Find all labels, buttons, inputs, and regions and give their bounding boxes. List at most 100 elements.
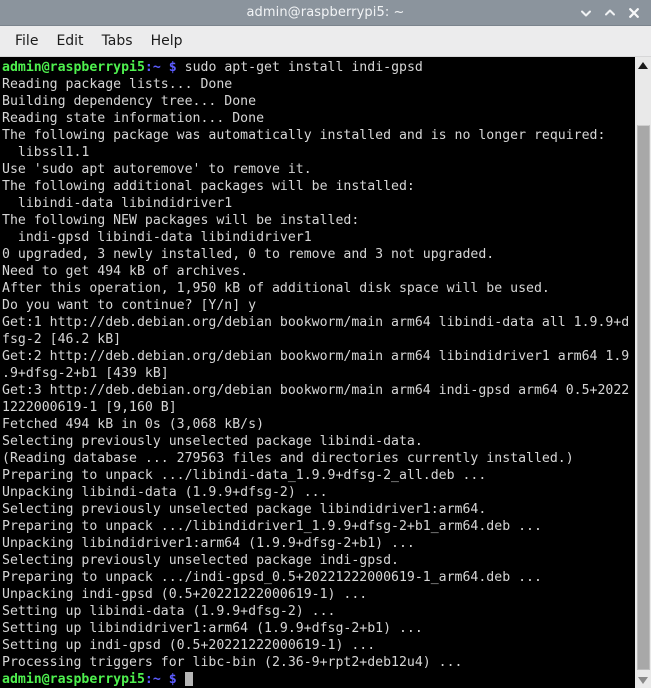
terminal-text: The following package was automatically … <box>2 128 606 143</box>
terminal-line: Setting up indi-gpsd (0.5+20221222000619… <box>2 637 634 654</box>
prompt-symbol: $ <box>160 672 185 687</box>
titlebar: admin@raspberrypi5: ~ <box>0 0 651 26</box>
window-controls <box>575 0 645 26</box>
terminal-line: .9+dfsg-2+b1 [439 kB] <box>2 365 634 382</box>
terminal-line: Processing triggers for libc-bin (2.36-9… <box>2 654 634 671</box>
terminal-line: Unpacking libindi-data (1.9.9+dfsg-2) ..… <box>2 484 634 501</box>
terminal-text: indi-gpsd libindi-data libindidriver1 <box>2 230 312 245</box>
prompt-path: :~ <box>144 60 161 75</box>
terminal-text: Reading state information... Done <box>2 111 265 126</box>
terminal-text: Setting up libindi-data (1.9.9+dfsg-2) .… <box>2 604 336 619</box>
terminal-text: 0 upgraded, 3 newly installed, 0 to remo… <box>2 247 495 262</box>
terminal-text: Preparing to unpack .../indi-gpsd_0.5+20… <box>2 570 542 585</box>
terminal-line: libindi-data libindidriver1 <box>2 195 634 212</box>
terminal-line: Get:1 http://deb.debian.org/debian bookw… <box>2 314 634 331</box>
terminal-line: The following NEW packages will be insta… <box>2 212 634 229</box>
terminal-text: Selecting previously unselected package … <box>2 553 399 568</box>
terminal-text: Setting up indi-gpsd (0.5+20221222000619… <box>2 638 376 653</box>
terminal-text: Fetched 494 kB in 0s (3,068 kB/s) <box>2 417 265 432</box>
menu-item-tabs[interactable]: Tabs <box>93 30 142 52</box>
terminal-text: Use 'sudo apt autoremove' to remove it. <box>2 162 312 177</box>
terminal-text: Unpacking libindidriver1:arm64 (1.9.9+df… <box>2 536 415 551</box>
scrollbar-track[interactable] <box>635 73 651 672</box>
terminal-text: fsg-2 [46.2 kB] <box>2 332 122 347</box>
terminal-text: After this operation, 1,950 kB of additi… <box>2 281 550 296</box>
terminal-line: Selecting previously unselected package … <box>2 552 634 569</box>
terminal-line: fsg-2 [46.2 kB] <box>2 331 634 348</box>
terminal-scrollbar[interactable] <box>634 57 651 688</box>
terminal-area: admin@raspberrypi5:~ $ sudo apt-get inst… <box>0 57 651 688</box>
terminal-line: Reading package lists... Done <box>2 76 634 93</box>
terminal-text: Selecting previously unselected package … <box>2 434 423 449</box>
terminal-line: Use 'sudo apt autoremove' to remove it. <box>2 161 634 178</box>
terminal-output[interactable]: admin@raspberrypi5:~ $ sudo apt-get inst… <box>0 57 634 688</box>
terminal-text: Selecting previously unselected package … <box>2 502 487 517</box>
terminal-line: Building dependency tree... Done <box>2 93 634 110</box>
terminal-text: Unpacking indi-gpsd (0.5+20221222000619-… <box>2 587 368 602</box>
menubar: File Edit Tabs Help <box>0 26 651 57</box>
terminal-text: Need to get 494 kB of archives. <box>2 264 249 279</box>
terminal-line: Unpacking libindidriver1:arm64 (1.9.9+df… <box>2 535 634 552</box>
terminal-line: Do you want to continue? [Y/n] y <box>2 297 634 314</box>
terminal-line: Get:3 http://deb.debian.org/debian bookw… <box>2 382 634 399</box>
terminal-cursor <box>184 672 193 686</box>
terminal-text: Unpacking libindi-data (1.9.9+dfsg-2) ..… <box>2 485 328 500</box>
scrollbar-thumb[interactable] <box>637 125 650 670</box>
terminal-text: libindi-data libindidriver1 <box>2 196 233 211</box>
terminal-text: .9+dfsg-2+b1 [439 kB] <box>2 366 169 381</box>
terminal-line: Preparing to unpack .../libindidriver1_1… <box>2 518 634 535</box>
terminal-text: Do you want to continue? [Y/n] y <box>2 298 257 313</box>
menu-item-edit[interactable]: Edit <box>47 30 92 52</box>
terminal-line: Setting up libindidriver1:arm64 (1.9.9+d… <box>2 620 634 637</box>
terminal-line: 1222000619-1 [9,160 B] <box>2 399 634 416</box>
prompt-symbol: $ <box>160 60 185 75</box>
arrow-up-icon <box>638 61 648 69</box>
terminal-line: admin@raspberrypi5:~ $ <box>2 671 634 688</box>
close-icon <box>629 8 639 18</box>
terminal-line: Selecting previously unselected package … <box>2 501 634 518</box>
terminal-line: Preparing to unpack .../libindi-data_1.9… <box>2 467 634 484</box>
terminal-text: 1222000619-1 [9,160 B] <box>2 400 177 415</box>
terminal-line: Selecting previously unselected package … <box>2 433 634 450</box>
maximize-button[interactable] <box>599 2 621 24</box>
menu-item-help[interactable]: Help <box>142 30 192 52</box>
terminal-text: Reading package lists... Done <box>2 77 233 92</box>
terminal-line: 0 upgraded, 3 newly installed, 0 to remo… <box>2 246 634 263</box>
terminal-line: Get:2 http://deb.debian.org/debian bookw… <box>2 348 634 365</box>
terminal-line: Preparing to unpack .../indi-gpsd_0.5+20… <box>2 569 634 586</box>
arrow-down-icon <box>638 676 648 684</box>
prompt-user: admin@raspberrypi5 <box>2 60 145 75</box>
terminal-text: Preparing to unpack .../libindi-data_1.9… <box>2 468 487 483</box>
chevron-up-icon <box>605 9 615 16</box>
terminal-line: Fetched 494 kB in 0s (3,068 kB/s) <box>2 416 634 433</box>
terminal-text: (Reading database ... 279563 files and d… <box>2 451 574 466</box>
menu-item-file[interactable]: File <box>6 30 47 52</box>
close-button[interactable] <box>623 2 645 24</box>
terminal-line: Reading state information... Done <box>2 110 634 127</box>
terminal-line: indi-gpsd libindi-data libindidriver1 <box>2 229 634 246</box>
prompt-user: admin@raspberrypi5 <box>2 672 145 687</box>
scrollbar-up-button[interactable] <box>635 57 651 73</box>
terminal-line: Unpacking indi-gpsd (0.5+20221222000619-… <box>2 586 634 603</box>
terminal-line: (Reading database ... 279563 files and d… <box>2 450 634 467</box>
terminal-window: admin@raspberrypi5: ~ File Edit Tabs Hel… <box>0 0 651 688</box>
terminal-line: libssl1.1 <box>2 144 634 161</box>
minimize-button[interactable] <box>575 2 597 24</box>
terminal-text: Setting up libindidriver1:arm64 (1.9.9+d… <box>2 621 423 636</box>
terminal-text: Get:2 http://deb.debian.org/debian bookw… <box>2 349 630 364</box>
terminal-line: Setting up libindi-data (1.9.9+dfsg-2) .… <box>2 603 634 620</box>
window-title: admin@raspberrypi5: ~ <box>246 4 405 20</box>
terminal-line: The following additional packages will b… <box>2 178 634 195</box>
terminal-text: The following NEW packages will be insta… <box>2 213 360 228</box>
scrollbar-down-button[interactable] <box>635 672 651 688</box>
terminal-text: Get:1 http://deb.debian.org/debian bookw… <box>2 315 630 330</box>
terminal-text: libssl1.1 <box>2 145 90 160</box>
terminal-command: sudo apt-get install indi-gpsd <box>184 60 423 75</box>
terminal-text: Preparing to unpack .../libindidriver1_1… <box>2 519 542 534</box>
terminal-line: admin@raspberrypi5:~ $ sudo apt-get inst… <box>2 59 634 76</box>
prompt-path: :~ <box>144 672 161 687</box>
terminal-line: Need to get 494 kB of archives. <box>2 263 634 280</box>
terminal-text: Building dependency tree... Done <box>2 94 257 109</box>
terminal-text: Get:3 http://deb.debian.org/debian bookw… <box>2 383 630 398</box>
terminal-line: The following package was automatically … <box>2 127 634 144</box>
